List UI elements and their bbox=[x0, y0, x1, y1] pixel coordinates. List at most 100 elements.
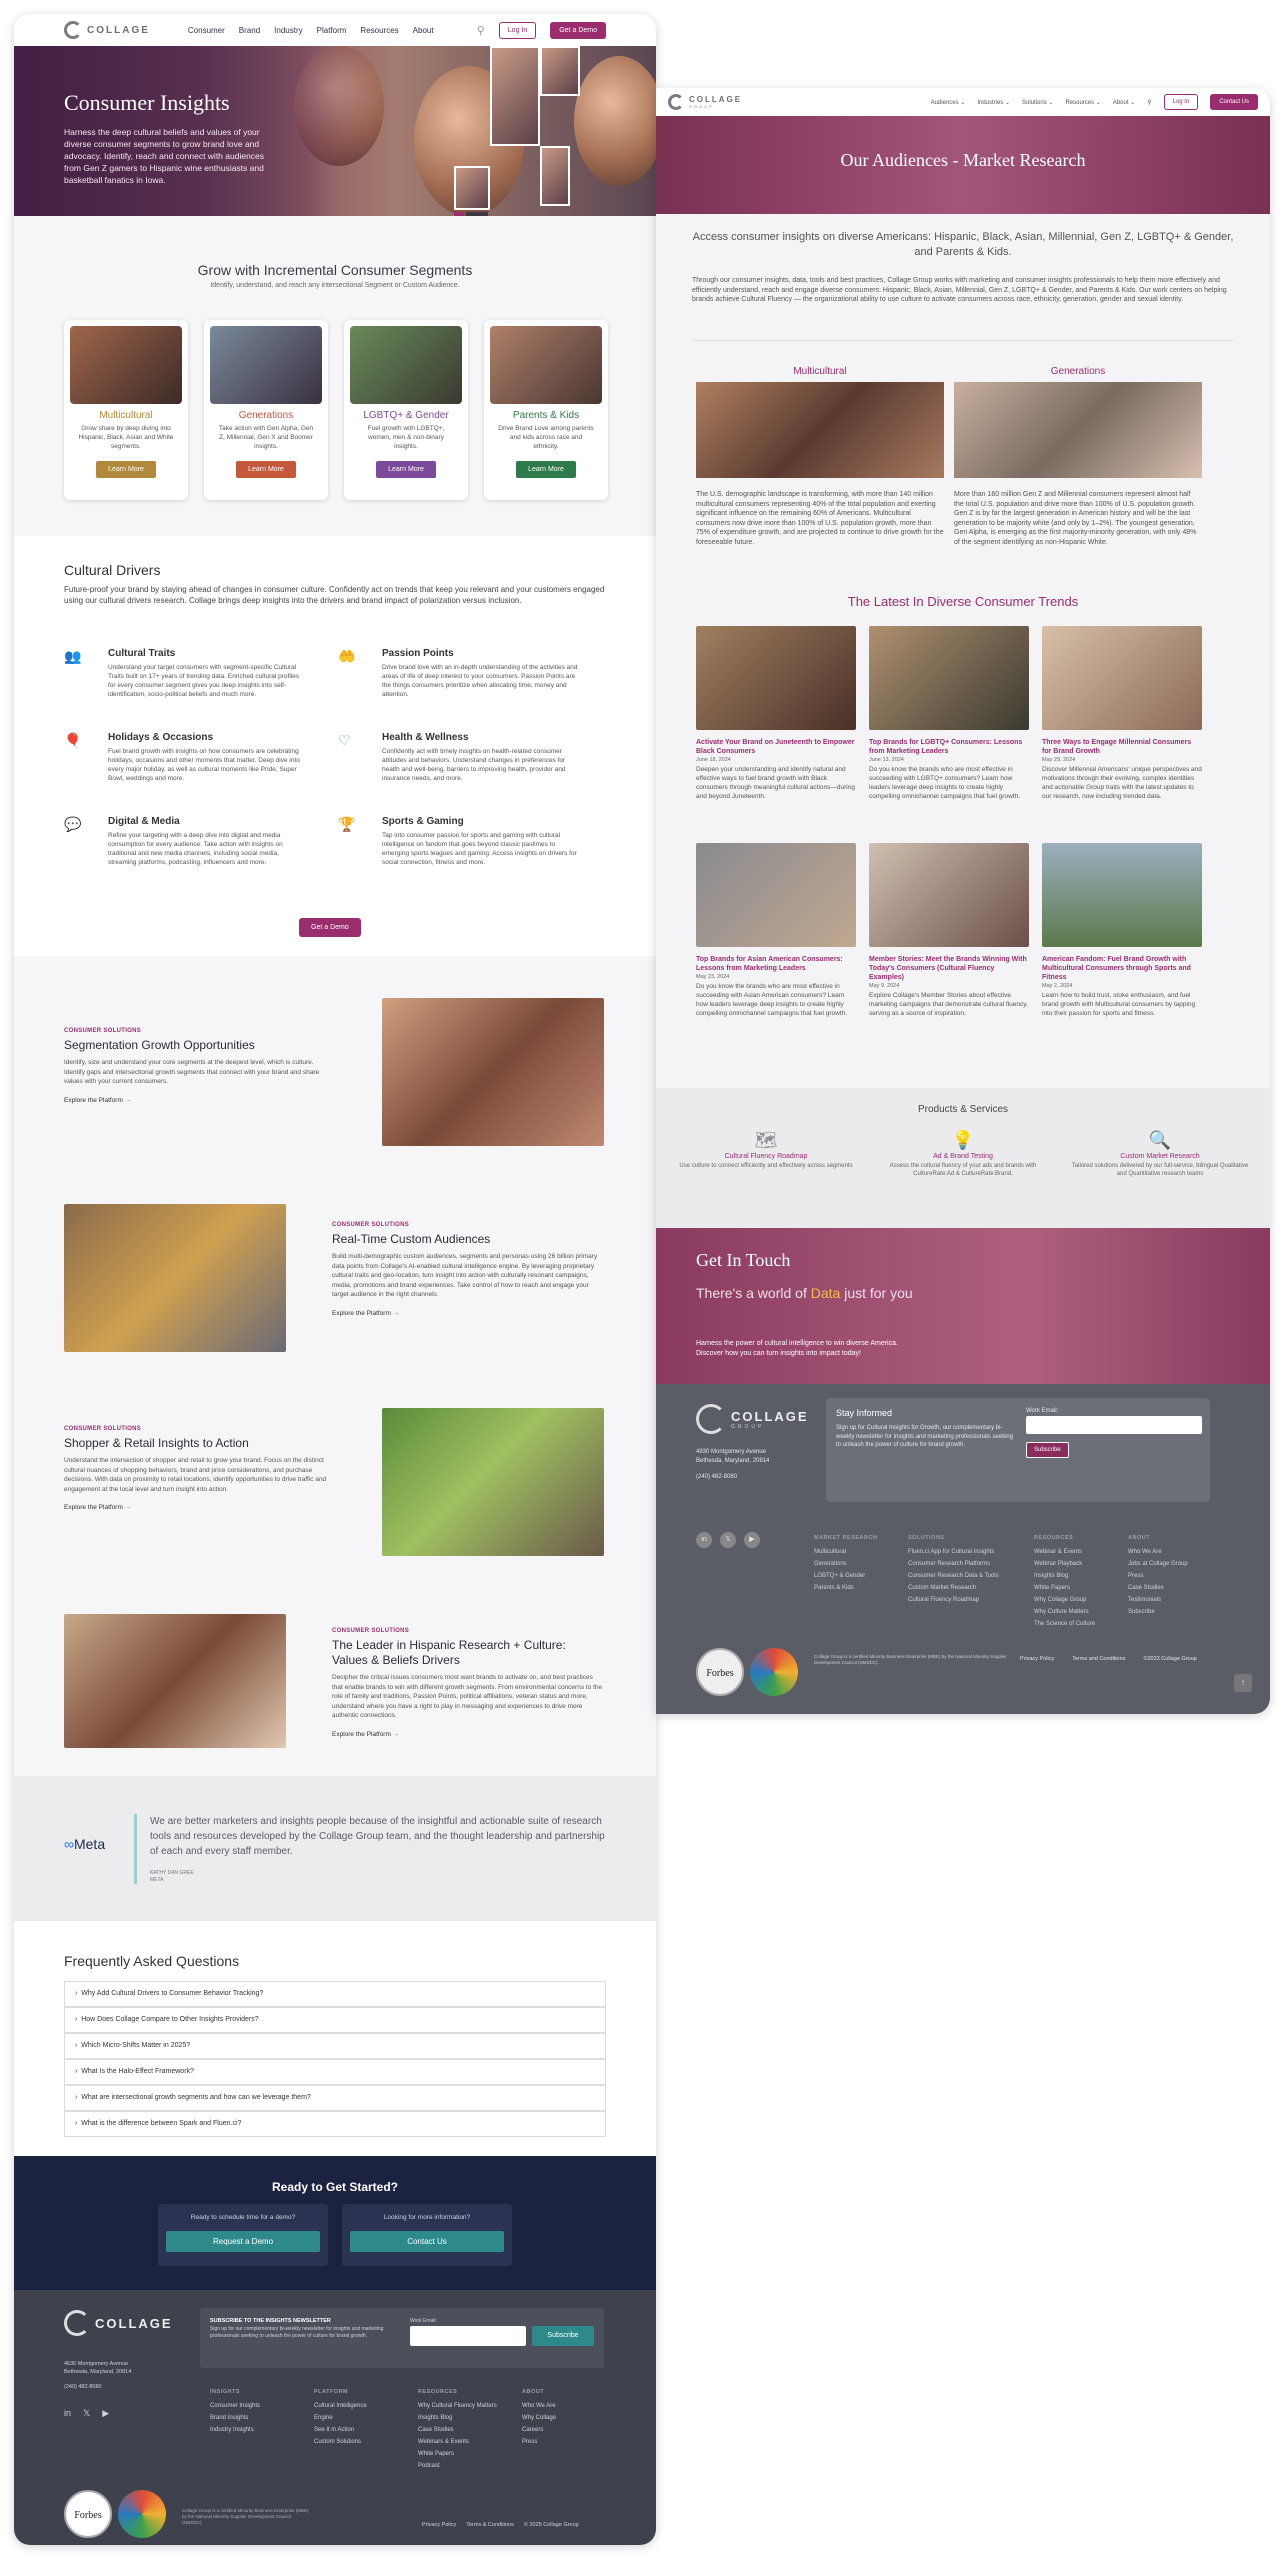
email-input[interactable] bbox=[1026, 1416, 1202, 1434]
request-demo-button[interactable]: Request a Demo bbox=[166, 2231, 320, 2252]
faq-item[interactable]: › How Does Collage Compare to Other Insi… bbox=[64, 2007, 606, 2033]
solution-title: Real-Time Custom Audiences bbox=[332, 1232, 491, 1246]
explore-link[interactable]: Explore the Platform → bbox=[64, 1097, 324, 1104]
hero-text: Harness the deep cultural beliefs and va… bbox=[64, 127, 265, 185]
footer-phone: (240) 482-8080 bbox=[696, 1474, 738, 1480]
faq-item[interactable]: › What is the difference between Spark a… bbox=[64, 2111, 606, 2137]
get-demo-button[interactable]: Get a Demo bbox=[550, 21, 606, 39]
card-title: Generations bbox=[238, 410, 294, 421]
scroll-top-button[interactable]: ↑ bbox=[1234, 1674, 1252, 1692]
hero-collage-tile bbox=[490, 46, 540, 146]
solution-block: CONSUMER SOLUTIONS Real-Time Custom Audi… bbox=[332, 1222, 604, 1317]
nav-consumer[interactable]: Consumer bbox=[188, 26, 225, 35]
card-photo bbox=[490, 326, 602, 404]
drivers-section: Cultural Drivers Future-proof your brand… bbox=[14, 536, 656, 956]
learn-more-button[interactable]: Learn More bbox=[516, 461, 576, 478]
card-title: Parents & Kids bbox=[512, 410, 580, 421]
driver-item: ♡ Health & Wellness Confidently act with t… bbox=[338, 732, 566, 782]
x-icon[interactable]: 𝕏 bbox=[83, 2408, 90, 2419]
footer: COLLAGE GROUP 4930 Montgomery Avenue Beth… bbox=[656, 1384, 1270, 1714]
quote-rule bbox=[134, 1814, 137, 1884]
nav-resources[interactable]: Resources ⌄ bbox=[1065, 99, 1100, 106]
trends-title: The Latest In Diverse Consumer Trends bbox=[847, 594, 1079, 609]
learn-more-button[interactable]: Learn More bbox=[236, 461, 296, 478]
footer-col-solutions: SOLUTIONS Fluen.ci App for Cultural Insig… bbox=[908, 1535, 999, 1603]
faq-item[interactable]: › What are intersectional growth segment… bbox=[64, 2085, 606, 2111]
card-photo bbox=[70, 326, 182, 404]
get-demo-button[interactable]: Get a Demo bbox=[299, 918, 361, 937]
legal-links: Privacy Policy Terms & Conditions © 2025 C… bbox=[422, 2522, 579, 2528]
nav-industry[interactable]: Industry bbox=[274, 26, 302, 35]
collage-logo[interactable]: COLLAGE bbox=[64, 21, 150, 39]
touch-title: Get In Touch bbox=[696, 1250, 791, 1270]
footer-col-platform: PLATFORM Cultural Intelligence Engine See … bbox=[314, 2389, 367, 2445]
login-button[interactable]: Log In bbox=[1163, 94, 1199, 110]
linkedin-icon[interactable]: in bbox=[64, 2408, 71, 2419]
card-title: LGBTQ+ & Gender bbox=[363, 410, 449, 421]
audiences-page: COLLAGE GROUP Audiences ⌄ Industries ⌄ So… bbox=[656, 88, 1270, 1714]
footer-address: 4930 Montgomery Avenue Bethesda, Marylan… bbox=[696, 1449, 770, 1464]
nav-brand[interactable]: Brand bbox=[239, 26, 260, 35]
product-item[interactable]: 🔍 Custom Market Research Tailored solution… bbox=[1070, 1130, 1250, 1178]
products-section: Products & Services 🗺 Cultural Fluency Ro… bbox=[656, 1088, 1270, 1228]
couple-photo bbox=[64, 1614, 286, 1748]
footer-logo[interactable]: COLLAGE GROUP bbox=[696, 1404, 809, 1434]
generations-text: More than 160 million Gen Z and Millenni… bbox=[954, 491, 1197, 546]
youtube-icon[interactable]: ▶ bbox=[744, 1532, 760, 1548]
nav-about[interactable]: About ⌄ bbox=[1113, 99, 1135, 106]
demo-box: Ready to schedule time for a demo? Reque… bbox=[158, 2204, 328, 2266]
email-input[interactable] bbox=[410, 2326, 526, 2346]
footer-logo[interactable]: COLLAGE bbox=[64, 2310, 173, 2336]
contact-us-button[interactable]: Contact Us bbox=[1210, 94, 1258, 110]
social-links: in 𝕏 ▶ bbox=[64, 2408, 109, 2419]
driver-item: 🎈 Holidays & Occasions Fuel brand growth w… bbox=[64, 732, 300, 782]
footer-col-resources: RESOURCES Why Cultural Fluency Matters Ins… bbox=[418, 2389, 497, 2469]
card-desc: Grow share by deep diving into Hispanic,… bbox=[78, 425, 174, 450]
nav-platform[interactable]: Platform bbox=[317, 26, 347, 35]
generations-photo bbox=[954, 382, 1202, 478]
product-item[interactable]: 💡 Ad & Brand Testing Assess the cultural f… bbox=[873, 1130, 1053, 1178]
blog-post[interactable]: Top Brands for Asian American Consumers:… bbox=[696, 843, 856, 1018]
nav-audiences[interactable]: Audiences ⌄ bbox=[931, 99, 966, 106]
intro-text: Through our consumer insights, data, too… bbox=[692, 277, 1227, 303]
nav-industries[interactable]: Industries ⌄ bbox=[977, 99, 1010, 106]
contact-box: Looking for more information? Contact Us bbox=[342, 2204, 512, 2266]
nav-solutions[interactable]: Solutions ⌄ bbox=[1022, 99, 1053, 106]
products-title: Products & Services bbox=[917, 1104, 1009, 1115]
multicultural-heading: Multicultural bbox=[793, 366, 847, 377]
solution-block: CONSUMER SOLUTIONS Shopper & Retail Insi… bbox=[64, 1426, 334, 1511]
learn-more-button[interactable]: Learn More bbox=[376, 461, 436, 478]
top-nav: COLLAGE Consumer Brand Industry Platform… bbox=[14, 14, 656, 46]
subscribe-button[interactable]: Subscribe bbox=[532, 2326, 594, 2346]
linkedin-icon[interactable]: in bbox=[696, 1532, 712, 1548]
youtube-icon[interactable]: ▶ bbox=[102, 2408, 109, 2419]
faq-item[interactable]: › What Is the Halo-Effect Framework? bbox=[64, 2059, 606, 2085]
nav-about[interactable]: About bbox=[413, 26, 434, 35]
testimonial-author: KATHY DAN GREE bbox=[150, 1870, 194, 1876]
search-icon[interactable]: ⚲ bbox=[1147, 99, 1151, 106]
collage-logo[interactable]: COLLAGE GROUP bbox=[668, 94, 742, 110]
explore-link[interactable]: Explore the Platform → bbox=[64, 1504, 334, 1511]
lead-text: Access consumer insights on diverse Amer… bbox=[692, 231, 1234, 258]
nav-resources[interactable]: Resources bbox=[360, 26, 398, 35]
subscribe-button[interactable]: Subscribe bbox=[1026, 1442, 1069, 1458]
footer-col-insights: INSIGHTS Consumer Insights Brand Insights I… bbox=[210, 2389, 261, 2433]
x-icon[interactable]: 𝕏 bbox=[720, 1532, 736, 1548]
blog-post[interactable]: Three Ways to Engage Millennial Consumer… bbox=[1042, 626, 1202, 801]
faq-item[interactable]: › Which Micro-Shifts Matter in 2025? bbox=[64, 2033, 606, 2059]
login-button[interactable]: Log In bbox=[498, 21, 537, 39]
social-links: in 𝕏 ▶ bbox=[696, 1532, 760, 1548]
blog-post[interactable]: American Fandom: Fuel Brand Growth with … bbox=[1042, 843, 1202, 1018]
search-icon[interactable]: ⚲ bbox=[477, 24, 485, 37]
faq-item[interactable]: › Why Add Cultural Drivers to Consumer B… bbox=[64, 1981, 606, 2007]
blog-post[interactable]: Activate Your Brand on Juneteenth to Emp… bbox=[696, 626, 856, 801]
product-item[interactable]: 🗺 Cultural Fluency Roadmap Use culture to … bbox=[676, 1130, 856, 1170]
explore-link[interactable]: Explore the Platform → bbox=[332, 1310, 604, 1317]
blog-post[interactable]: Member Stories: Meet the Brands Winning … bbox=[869, 843, 1029, 1018]
explore-link[interactable]: Explore the Platform → bbox=[332, 1731, 604, 1738]
consumer-insights-page: COLLAGE Consumer Brand Industry Platform… bbox=[14, 14, 656, 2545]
testimonial-company: META bbox=[150, 1877, 164, 1883]
contact-us-button[interactable]: Contact Us bbox=[350, 2231, 504, 2252]
blog-post[interactable]: Top Brands for LGBTQ+ Consumers: Lessons… bbox=[869, 626, 1029, 801]
learn-more-button[interactable]: Learn More bbox=[96, 461, 156, 478]
